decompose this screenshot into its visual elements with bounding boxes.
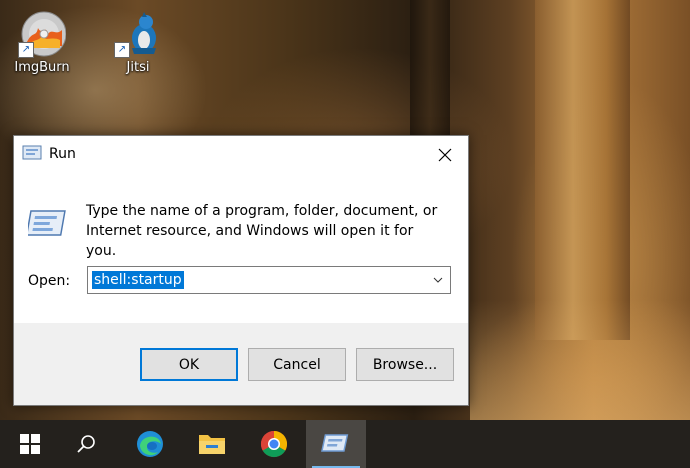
start-button[interactable] <box>0 420 60 468</box>
open-label: Open: <box>28 273 71 289</box>
desktop-icon-label: ImgBurn <box>14 60 70 75</box>
run-program-icon <box>25 205 70 241</box>
shortcut-arrow-icon: ↗ <box>18 42 34 58</box>
edge-icon <box>137 431 163 457</box>
search-button[interactable] <box>56 420 116 468</box>
taskbar-run[interactable] <box>306 420 366 468</box>
run-icon <box>321 434 349 452</box>
jitsi-icon: ↗ <box>114 10 162 58</box>
open-input-value[interactable]: shell:startup <box>92 271 184 289</box>
dialog-content: Type the name of a program, folder, docu… <box>14 173 468 323</box>
chevron-down-icon <box>433 277 443 283</box>
taskbar <box>0 420 690 468</box>
open-combobox[interactable]: shell:startup <box>87 266 451 294</box>
desktop-icon-label: Jitsi <box>126 60 150 75</box>
desktop-icon-imgburn[interactable]: ↗ ImgBurn <box>6 10 78 75</box>
taskbar-chrome[interactable] <box>244 420 304 468</box>
close-icon <box>438 148 452 161</box>
chrome-icon <box>260 430 288 458</box>
run-dialog: Run Type the name of a program, folder, … <box>13 135 469 406</box>
windows-logo-icon <box>20 434 40 454</box>
background-pillar <box>535 0 630 340</box>
imgburn-icon: ↗ <box>18 10 67 58</box>
dropdown-button[interactable] <box>430 271 446 289</box>
taskbar-file-explorer[interactable] <box>182 420 242 468</box>
browse-button[interactable]: Browse... <box>356 348 454 381</box>
close-button[interactable] <box>422 136 468 173</box>
folder-icon <box>199 435 225 454</box>
dialog-description: Type the name of a program, folder, docu… <box>86 203 438 259</box>
shortcut-arrow-icon: ↗ <box>114 42 130 58</box>
dialog-title: Run <box>49 146 76 162</box>
cancel-button[interactable]: Cancel <box>248 348 346 381</box>
dialog-titlebar[interactable]: Run <box>14 136 468 173</box>
desktop-icon-jitsi[interactable]: ↗ Jitsi <box>102 10 174 75</box>
taskbar-edge[interactable] <box>120 420 180 468</box>
background-floor <box>470 300 690 420</box>
search-icon <box>77 435 95 453</box>
run-icon <box>22 144 44 162</box>
ok-button[interactable]: OK <box>140 348 238 381</box>
